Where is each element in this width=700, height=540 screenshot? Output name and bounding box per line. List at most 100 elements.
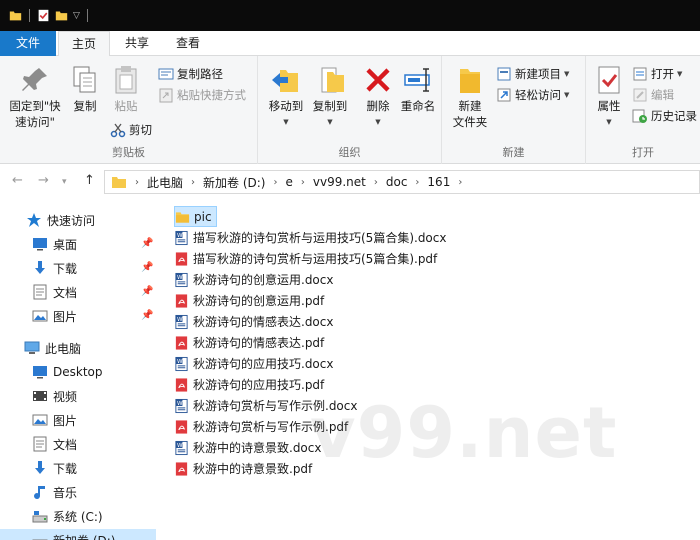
breadcrumb-doc[interactable]: doc	[386, 175, 408, 189]
sidebar-item-documents[interactable]: 文档	[32, 281, 77, 303]
file-row[interactable]: W 秋游中的诗意景致.docx	[174, 437, 325, 458]
file-row[interactable]: W 描写秋游的诗句赏析与运用技巧(5篇合集).docx	[174, 227, 450, 248]
edit-button[interactable]: 编辑	[632, 85, 674, 105]
sidebar-item-downloads-pc[interactable]: 下载	[32, 457, 77, 479]
tab-home[interactable]: 主页	[58, 31, 110, 57]
file-row[interactable]: 秋游诗句的情感表达.pdf	[174, 332, 328, 353]
copy-button[interactable]: 复制	[66, 64, 104, 114]
documents-icon	[33, 284, 47, 300]
file-row[interactable]: W 秋游诗句的情感表达.docx	[174, 311, 337, 332]
clipboard-group-label: 剪贴板	[112, 146, 145, 159]
breadcrumb-separator-icon[interactable]: ›	[191, 177, 195, 188]
pin-to-quick-access-button[interactable]: 固定到"快 速访问"	[4, 64, 66, 130]
sidebar-label: 系统 (C:)	[53, 509, 103, 524]
new-item-button[interactable]: 新建项目 ▼	[496, 64, 569, 84]
open-label: 打开	[651, 67, 674, 81]
rename-label: 重命名	[400, 99, 436, 113]
pinned-icon[interactable]: 📌	[141, 310, 153, 321]
properties-button[interactable]: 属性 ▼	[590, 64, 628, 130]
properties-check-icon[interactable]	[37, 9, 50, 22]
pinned-icon[interactable]: 📌	[141, 286, 153, 297]
drive-icon	[32, 539, 48, 540]
file-row[interactable]: W 秋游诗句的创意运用.docx	[174, 269, 337, 290]
easy-access-button[interactable]: 轻松访问 ▼	[496, 85, 569, 105]
new-folder-icon[interactable]	[55, 9, 68, 22]
back-arrow-icon[interactable]: ←	[12, 173, 23, 188]
sidebar-item-videos[interactable]: 视频	[32, 385, 77, 407]
paste-shortcut-label: 粘贴快捷方式	[177, 88, 246, 102]
forward-arrow-icon[interactable]: →	[38, 173, 49, 188]
sidebar-item-downloads[interactable]: 下载	[32, 257, 77, 279]
new-folder-label-line1: 新建	[458, 99, 482, 113]
file-name: 秋游中的诗意景致.docx	[193, 441, 322, 455]
history-button[interactable]: 历史记录	[632, 106, 697, 126]
edit-label: 编辑	[651, 88, 674, 102]
cut-label: 剪切	[129, 123, 152, 137]
paste-shortcut-button[interactable]: 粘贴快捷方式	[158, 85, 246, 105]
sidebar-item-drive-c[interactable]: 系统 (C:)	[32, 505, 103, 527]
breadcrumb-separator-icon[interactable]: ›	[374, 177, 378, 188]
sidebar-item-pictures[interactable]: 图片	[32, 305, 77, 327]
address-bar[interactable]: › 此电脑 › 新加卷 (D:) › e › vv99.net › doc › …	[104, 170, 700, 194]
delete-button[interactable]: 删除 ▼	[360, 64, 396, 130]
delete-x-icon	[366, 68, 390, 92]
tab-view[interactable]: 查看	[162, 31, 214, 56]
folder-icon[interactable]	[9, 9, 22, 22]
sidebar-item-music[interactable]: 音乐	[32, 481, 77, 503]
file-row[interactable]: 描写秋游的诗句赏析与运用技巧(5篇合集).pdf	[174, 248, 441, 269]
breadcrumb-161[interactable]: 161	[427, 175, 450, 189]
open-button[interactable]: 打开 ▼	[632, 64, 682, 84]
breadcrumb-separator-icon[interactable]: ›	[273, 177, 277, 188]
rename-button[interactable]: 重命名	[396, 64, 440, 114]
file-row[interactable]: 秋游中的诗意景致.pdf	[174, 458, 316, 479]
paste-button[interactable]: 粘贴	[106, 64, 146, 114]
new-folder-button[interactable]: 新建 文件夹	[448, 64, 492, 130]
file-name: 秋游诗句的情感表达.docx	[193, 315, 334, 329]
breadcrumb-site[interactable]: vv99.net	[313, 175, 366, 189]
properties-dropdown-icon: ▼	[606, 118, 612, 126]
sidebar-item-this-pc[interactable]: 此电脑	[24, 337, 81, 359]
scissors-icon	[110, 123, 126, 138]
breadcrumb-this-pc[interactable]: 此电脑	[147, 174, 183, 191]
svg-text:W: W	[177, 443, 183, 449]
separator	[86, 9, 88, 22]
breadcrumb-separator-icon[interactable]: ›	[415, 177, 419, 188]
sidebar-item-desktop-pc[interactable]: Desktop	[32, 361, 103, 383]
sidebar-item-desktop[interactable]: 桌面	[32, 233, 77, 255]
file-row[interactable]: 秋游诗句的创意运用.pdf	[174, 290, 328, 311]
breadcrumb-separator-icon[interactable]: ›	[135, 177, 139, 188]
breadcrumb-separator-icon[interactable]: ›	[458, 177, 462, 188]
pdf-document-icon	[175, 461, 188, 476]
breadcrumb-e[interactable]: e	[285, 175, 292, 189]
tab-file[interactable]: 文件	[0, 31, 56, 56]
customize-quick-access-icon[interactable]: ▽	[73, 11, 80, 21]
pinned-icon[interactable]: 📌	[141, 238, 153, 249]
svg-text:W: W	[177, 275, 183, 281]
move-to-button[interactable]: 移动到 ▼	[264, 64, 308, 130]
open-group-label: 打开	[632, 146, 654, 159]
up-arrow-icon[interactable]: ↑	[84, 173, 95, 188]
file-row[interactable]: W 秋游诗句赏析与写作示例.docx	[174, 395, 361, 416]
sidebar-item-quick-access[interactable]: 快速访问	[26, 209, 95, 231]
sidebar-item-documents-pc[interactable]: 文档	[32, 433, 77, 455]
cut-button[interactable]: 剪切	[110, 120, 152, 140]
file-row[interactable]: pic	[174, 206, 217, 227]
pinned-icon[interactable]: 📌	[141, 262, 153, 273]
file-row[interactable]: W 秋游诗句的应用技巧.docx	[174, 353, 337, 374]
recent-locations-icon[interactable]: ▾	[62, 177, 67, 187]
copy-path-button[interactable]: 复制路径	[158, 64, 223, 84]
easy-access-dropdown-icon: ▼	[564, 91, 570, 99]
copy-to-label: 复制到	[312, 99, 348, 113]
file-row[interactable]: 秋游诗句赏析与写作示例.pdf	[174, 416, 352, 437]
delete-label: 删除	[366, 99, 390, 113]
sidebar-item-drive-d[interactable]: 新加卷 (D:)	[0, 529, 156, 540]
file-row[interactable]: 秋游诗句的应用技巧.pdf	[174, 374, 328, 395]
breadcrumb-separator-icon[interactable]: ›	[301, 177, 305, 188]
sidebar-item-pictures-pc[interactable]: 图片	[32, 409, 77, 431]
breadcrumb-drive-d[interactable]: 新加卷 (D:)	[203, 174, 265, 191]
tab-share[interactable]: 共享	[112, 31, 162, 56]
move-to-label: 移动到	[268, 99, 304, 113]
copy-to-button[interactable]: 复制到 ▼	[308, 64, 352, 130]
pictures-icon	[32, 310, 48, 322]
clipboard-group: 固定到"快 速访问" 复制 粘贴 复制路径 粘贴快捷方式 剪切 剪贴板	[0, 56, 258, 164]
